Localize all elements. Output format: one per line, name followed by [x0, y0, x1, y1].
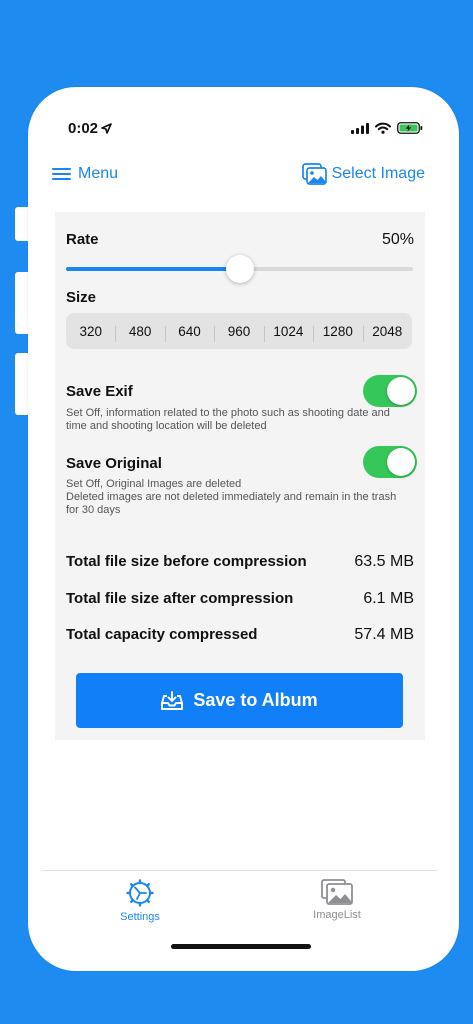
rate-slider-thumb[interactable] — [225, 255, 254, 283]
volume-up-button — [15, 272, 29, 334]
cellular-signal-icon — [351, 122, 369, 134]
tab-imagelist[interactable]: ImageList — [277, 879, 397, 921]
size-option-640[interactable]: 640 — [164, 324, 214, 342]
status-bar: 0:02 — [28, 87, 459, 157]
size-option-960[interactable]: 960 — [214, 324, 263, 342]
select-image-label: Select Image — [331, 165, 425, 182]
rate-slider[interactable] — [66, 255, 413, 283]
status-time-text: 0:02 — [68, 120, 99, 137]
wifi-icon — [375, 122, 391, 134]
stat-compressed-label: Total capacity compressed — [66, 626, 258, 643]
save-exif-description: Set Off, information related to the phot… — [66, 407, 390, 432]
location-arrow-icon — [101, 123, 112, 134]
home-indicator — [171, 944, 311, 949]
save-exif-label: Save Exif — [66, 383, 133, 400]
size-option-2048[interactable]: 2048 — [362, 324, 412, 342]
stat-before-label: Total file size before compression — [66, 553, 307, 570]
settings-card: Rate 50% Size 320 480 640 960 1024 1280 … — [55, 212, 425, 740]
menu-button[interactable]: Menu — [52, 165, 118, 183]
tab-imagelist-label: ImageList — [313, 909, 361, 921]
stat-after-value: 6.1 MB — [363, 590, 414, 607]
silent-switch — [15, 207, 29, 241]
size-option-480[interactable]: 480 — [115, 324, 164, 342]
navigation-bar: Menu Select Image — [28, 163, 459, 193]
size-segmented-control: 320 480 640 960 1024 1280 2048 — [66, 313, 412, 349]
settings-gear-icon — [126, 879, 154, 907]
save-exif-toggle-knob — [387, 377, 415, 405]
menu-button-label: Menu — [78, 165, 119, 182]
save-original-label: Save Original — [66, 455, 162, 472]
photo-stack-icon — [301, 163, 327, 185]
phone-screen: 0:02 Menu Select Image Rate 50% Size 320… — [28, 87, 459, 971]
stat-before-value: 63.5 MB — [354, 553, 414, 570]
save-original-toggle-knob — [387, 448, 415, 476]
save-exif-toggle[interactable] — [363, 375, 417, 407]
save-original-toggle[interactable] — [363, 446, 417, 478]
select-image-button[interactable]: Select Image — [301, 163, 425, 185]
tab-settings-label: Settings — [120, 911, 160, 923]
save-original-description-2: Deleted images are not deleted immediate… — [66, 491, 397, 516]
rate-slider-fill — [66, 267, 240, 271]
hamburger-menu-icon — [52, 168, 71, 180]
status-time: 0:02 — [68, 120, 112, 137]
size-option-1024[interactable]: 1024 — [263, 324, 313, 342]
stat-after-label: Total file size after compression — [66, 590, 294, 607]
size-option-320[interactable]: 320 — [66, 324, 115, 339]
tab-settings[interactable]: Settings — [80, 879, 200, 923]
volume-down-button — [15, 353, 29, 415]
save-tray-icon — [161, 690, 184, 710]
rate-label: Rate — [66, 231, 99, 248]
photo-stack-icon — [321, 879, 353, 905]
save-original-description-1: Set Off, Original Images are deleted — [66, 478, 242, 490]
save-to-album-label: Save to Album — [193, 690, 318, 710]
stat-compressed-value: 57.4 MB — [354, 626, 414, 643]
size-option-1280[interactable]: 1280 — [313, 324, 362, 342]
battery-charging-icon — [397, 122, 423, 134]
status-icons — [351, 122, 423, 134]
tab-bar: Settings ImageList — [42, 870, 437, 940]
size-label: Size — [66, 289, 97, 306]
rate-value: 50% — [381, 231, 414, 248]
save-to-album-button[interactable]: Save to Album — [76, 673, 403, 728]
